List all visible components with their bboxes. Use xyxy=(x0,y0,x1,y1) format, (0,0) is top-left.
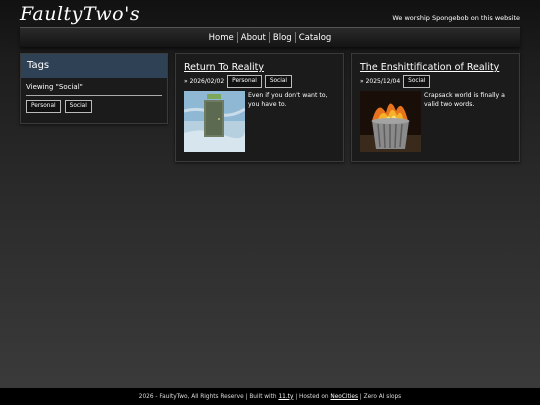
tag-list: Personal Social xyxy=(21,96,167,113)
site-logo[interactable]: FaultyTwo's xyxy=(20,3,140,25)
post-title-link[interactable]: Return To Reality xyxy=(184,62,264,73)
footer-copyright: 2026 - FaultyTwo, All Rights Reserve | B… xyxy=(138,393,279,400)
tags-panel: Tags Viewing "Social" Personal Social xyxy=(20,53,168,124)
footer-neocities-link[interactable]: NeoCities xyxy=(330,394,358,400)
site-tagline: We worship Spongebob on this website xyxy=(392,14,520,22)
site-header: FaultyTwo's We worship Spongebob on this… xyxy=(0,0,540,26)
post-excerpt: Crapsack world is finally a valid two wo… xyxy=(424,92,505,108)
post-meta: » 2025/12/04 Social xyxy=(360,75,431,88)
post-date: » 2026/02/02 xyxy=(184,78,225,85)
post-date: » 2025/12/04 xyxy=(360,78,401,85)
tag-personal[interactable]: Personal xyxy=(26,100,61,113)
post-title-link[interactable]: The Enshittification of Reality xyxy=(360,62,499,73)
nav-about-link[interactable]: About xyxy=(238,32,269,44)
nav-home-link[interactable]: Home xyxy=(206,32,237,44)
main-nav: Home About Blog Catalog xyxy=(20,27,520,47)
post-meta: » 2026/02/02 Personal Social xyxy=(184,75,293,88)
footer-hosted-text: | Hosted on xyxy=(293,393,331,400)
nav-blog-link[interactable]: Blog xyxy=(270,32,295,44)
post-card: The Enshittification of Reality » 2025/1… xyxy=(351,53,520,162)
tag-social[interactable]: Social xyxy=(64,100,92,113)
tag-social[interactable]: Social xyxy=(264,75,293,88)
post-card: Return To Reality » 2026/02/02 Personal … xyxy=(175,53,344,162)
tag-social[interactable]: Social xyxy=(403,75,431,88)
post-excerpt: Even if you don't want to, you have to. xyxy=(248,92,328,108)
door-in-sky-image[interactable] xyxy=(184,91,245,152)
nav-catalog-link[interactable]: Catalog xyxy=(296,32,335,44)
footer-11ty-link[interactable]: 11.ty xyxy=(278,394,293,400)
tag-personal[interactable]: Personal xyxy=(227,75,262,88)
footer-tail: | Zero AI slops xyxy=(357,393,402,400)
viewing-label: Viewing "Social" xyxy=(26,83,83,91)
site-footer: 2026 - FaultyTwo, All Rights Reserve | B… xyxy=(0,388,540,405)
tags-panel-title: Tags xyxy=(21,54,167,78)
burning-trash-can-image[interactable] xyxy=(360,91,421,152)
